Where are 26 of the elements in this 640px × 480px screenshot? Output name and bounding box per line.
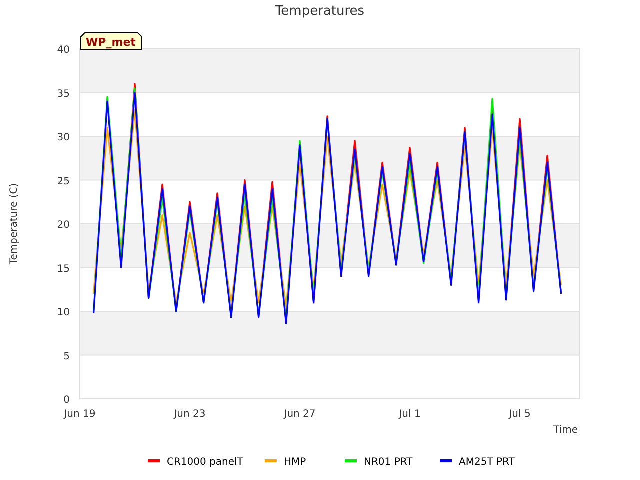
x-tick-label: Jul 5 [509, 409, 531, 420]
legend-label: NR01 PRT [364, 457, 414, 468]
x-tick-label: Jul 1 [399, 409, 421, 420]
x-axis-label: Time [554, 425, 578, 436]
y-tick-label: 35 [57, 88, 70, 100]
y-tick-label: 10 [57, 308, 70, 318]
legend-item: CR1000 panelT [148, 457, 244, 468]
x-tick-label: Jun 19 [64, 409, 96, 420]
y-tick-label: 5 [64, 351, 70, 362]
badge: WP_met [80, 32, 142, 50]
chart-title: Temperatures [275, 4, 365, 19]
legend-item: AM25T PRT [440, 457, 515, 468]
legend-label: CR1000 panelT [167, 457, 244, 468]
y-tick-label: 25 [57, 176, 70, 188]
y-tick-label: 20 [57, 220, 70, 231]
legend-item: NR01 PRT [345, 457, 413, 468]
legend-item: HMP [265, 457, 306, 468]
legend-label: HMP [284, 457, 306, 468]
y-tick-label: 40 [57, 45, 70, 56]
x-tick-label: Jun 23 [174, 409, 206, 420]
y-tick-label: 0 [64, 395, 70, 406]
y-tick-label: 30 [57, 132, 70, 144]
x-tick-label: Jun 27 [284, 409, 316, 420]
y-tick-label: 15 [57, 264, 70, 275]
legend-label: AM25T PRT [459, 457, 516, 468]
y-axis-label: Temperature (C) [9, 183, 20, 265]
